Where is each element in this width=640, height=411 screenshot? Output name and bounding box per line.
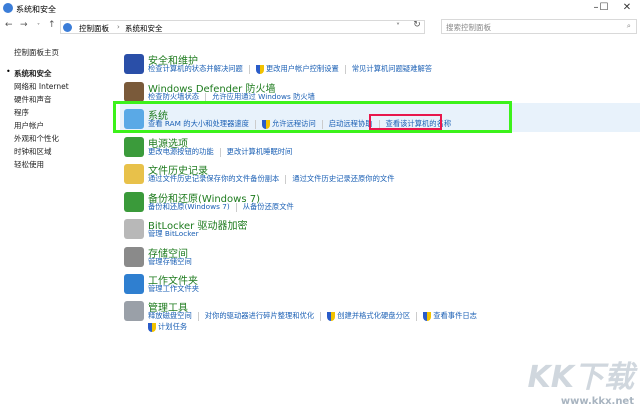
task-link[interactable]: 通过文件历史记录保存你的文件备份副本 (148, 174, 279, 184)
back-button[interactable]: ← (5, 20, 13, 30)
breadcrumb-separator: › (117, 23, 120, 31)
category-links: 通过文件历史记录保存你的文件备份副本 通过文件历史记录还原你的文件 (148, 174, 395, 184)
link-separator (235, 202, 237, 212)
sidebar-item-system-security[interactable]: 系统和安全 (14, 68, 52, 79)
task-link[interactable]: 计划任务 (158, 322, 187, 332)
task-link[interactable]: 通过文件历史记录还原你的文件 (292, 174, 394, 184)
file-history-icon (124, 164, 144, 184)
breadcrumb-control-panel[interactable]: 控制面板 (79, 23, 109, 34)
recent-dropdown[interactable]: ˅ (37, 23, 40, 30)
category-links: 释放磁盘空间 对你的驱动器进行碎片整理和优化 创建并格式化硬盘分区 查看事件日志 (148, 311, 477, 321)
task-link[interactable]: 释放磁盘空间 (148, 311, 192, 321)
backup-icon (124, 192, 144, 212)
current-bullet-icon: • (6, 67, 11, 76)
task-link[interactable]: 更改计算机睡眠时间 (227, 147, 293, 157)
uac-shield-icon (423, 311, 432, 321)
uac-shield-icon (255, 64, 264, 74)
sidebar-item-home[interactable]: 控制面板主页 (14, 47, 59, 58)
sidebar-item-appearance[interactable]: 外观和个性化 (14, 133, 59, 144)
search-input[interactable]: 搜索控制面板 ⌕ (441, 19, 637, 34)
link-separator (248, 64, 250, 74)
refresh-button[interactable]: ↻ (410, 20, 424, 34)
link-separator (219, 147, 221, 157)
link-separator (416, 311, 418, 321)
sidebar-item-clock-region[interactable]: 时钟和区域 (14, 146, 52, 157)
work-folders-icon (124, 274, 144, 294)
firewall-icon (124, 82, 144, 102)
up-button[interactable]: ↑ (48, 20, 56, 30)
link-separator (285, 174, 287, 184)
category-links: 管理 BitLocker (148, 229, 199, 239)
task-link[interactable]: 管理存储空间 (148, 257, 192, 267)
category-links: 更改电源按钮的功能 更改计算机睡眠时间 (148, 147, 292, 157)
sidebar-item-ease-of-access[interactable]: 轻松使用 (14, 159, 44, 170)
window-title: 系统和安全 (16, 5, 56, 14)
search-icon: ⌕ (626, 21, 631, 30)
category-links: 管理存储空间 (148, 257, 192, 267)
task-link[interactable]: 创建并格式化硬盘分区 (337, 311, 410, 321)
task-link[interactable]: 从备份还原文件 (243, 202, 294, 212)
uac-shield-icon (148, 322, 156, 332)
flag-icon (124, 54, 144, 74)
task-link[interactable]: 管理 BitLocker (148, 229, 199, 239)
address-bar[interactable]: 控制面板 › 系统和安全 ˅ (60, 20, 425, 34)
sidebar-item-user-accounts[interactable]: 用户帐户 (14, 120, 44, 131)
close-button[interactable]: ✕ (614, 2, 640, 16)
task-link[interactable]: 更改用户帐户控制设置 (266, 64, 339, 74)
task-link[interactable]: 常见计算机问题疑难解答 (352, 64, 432, 74)
sidebar-item-programs[interactable]: 程序 (14, 107, 29, 118)
category-links: 检查计算机的状态并解决问题 更改用户帐户控制设置 常见计算机问题疑难解答 (148, 64, 432, 74)
category-links: 备份和还原(Windows 7) 从备份还原文件 (148, 202, 294, 212)
task-link[interactable]: 检查计算机的状态并解决问题 (148, 64, 243, 74)
bitlocker-icon (124, 219, 144, 239)
sidebar-item-network[interactable]: 网络和 Internet (14, 81, 69, 92)
watermark-url: www.kkx.net (560, 396, 634, 407)
admin-tools-icon (124, 301, 144, 321)
task-link[interactable]: 备份和还原(Windows 7) (148, 202, 230, 212)
task-link[interactable]: 管理工作文件夹 (148, 284, 199, 294)
control-panel-icon (63, 23, 72, 32)
category-links: 管理工作文件夹 (148, 284, 199, 294)
watermark: KK下载 www.kkx.net (528, 352, 635, 407)
forward-button[interactable]: → (20, 20, 28, 30)
power-icon (124, 137, 144, 157)
category-links: 计划任务 (148, 322, 187, 332)
link-separator (197, 311, 199, 321)
link-separator (344, 64, 346, 74)
task-link[interactable]: 查看事件日志 (433, 311, 477, 321)
task-link[interactable]: 对你的驱动器进行碎片整理和优化 (205, 311, 314, 321)
sidebar-item-hardware[interactable]: 硬件和声音 (14, 94, 52, 105)
control-panel-icon (3, 3, 13, 13)
chevron-down-icon[interactable]: ˅ (396, 22, 400, 31)
storage-icon (124, 247, 144, 267)
breadcrumb-system-security[interactable]: 系统和安全 (125, 23, 163, 34)
link-separator (320, 311, 322, 321)
uac-shield-icon (327, 311, 336, 321)
green-highlight-box (113, 101, 512, 133)
watermark-brand: KK下载 (527, 360, 635, 395)
title-bar: 系统和安全 – ☐ ✕ (0, 0, 640, 20)
red-highlight-box (369, 114, 442, 130)
task-link[interactable]: 更改电源按钮的功能 (148, 147, 214, 157)
search-placeholder: 搜索控制面板 (446, 23, 491, 32)
